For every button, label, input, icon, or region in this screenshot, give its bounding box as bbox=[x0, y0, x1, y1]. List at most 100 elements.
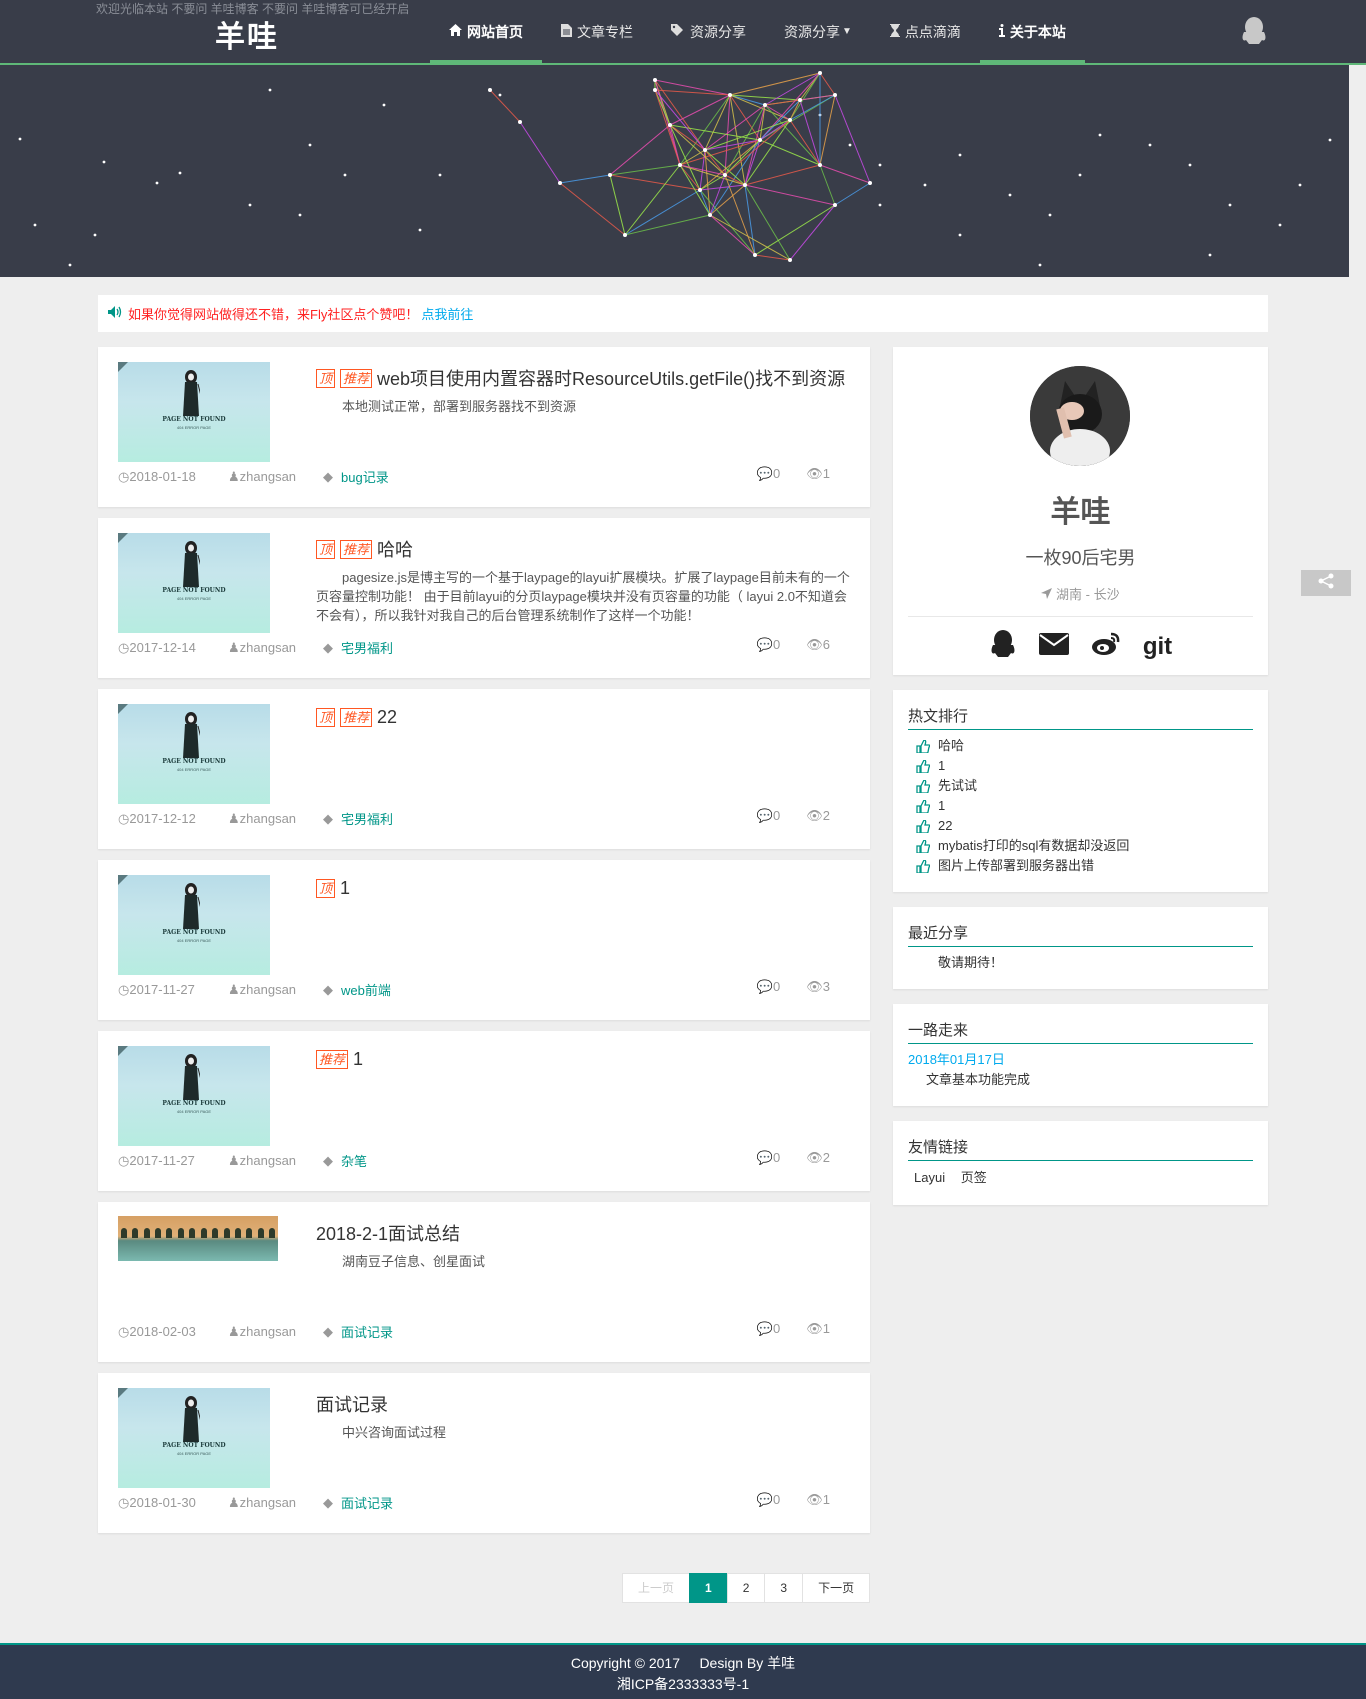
star-dot bbox=[382, 103, 386, 107]
recent-share-card: 最近分享 敬请期待！ bbox=[893, 907, 1268, 989]
nav-resources[interactable]: 资源分享 bbox=[652, 0, 765, 63]
article-category[interactable]: 面试记录 bbox=[341, 1322, 393, 1341]
page-1-button[interactable]: 1 bbox=[689, 1573, 728, 1603]
user-icon: ♟ bbox=[228, 1152, 240, 1168]
article-title[interactable]: 顶推荐 web项目使用内置容器时ResourceUtils.getFile()找不… bbox=[316, 365, 845, 391]
info-icon bbox=[998, 23, 1005, 40]
article-title[interactable]: 顶推荐 哈哈 bbox=[316, 536, 413, 562]
network-node bbox=[518, 120, 522, 124]
article-category[interactable]: web前端 bbox=[341, 980, 391, 999]
network-node bbox=[833, 203, 837, 207]
article-title[interactable]: 顶1 bbox=[316, 878, 350, 899]
icp-text: 湘ICP备2333333号-1 bbox=[616, 1676, 750, 1692]
hot-article-item[interactable]: 22 bbox=[908, 816, 1253, 836]
star-dot bbox=[18, 137, 22, 141]
nav-articles-label: 文章专栏 bbox=[577, 23, 633, 40]
qq-icon[interactable] bbox=[989, 629, 1017, 664]
network-line bbox=[669, 124, 701, 191]
network-line bbox=[764, 104, 791, 121]
friend-link-yeqian[interactable]: 页签 bbox=[961, 1170, 987, 1185]
envelope-icon[interactable] bbox=[1038, 633, 1069, 660]
article-category[interactable]: 面试记录 bbox=[341, 1493, 393, 1512]
article-title[interactable]: 推荐 1 bbox=[316, 1049, 363, 1070]
friend-links: Layui 页签 bbox=[908, 1167, 1253, 1189]
network-node bbox=[788, 118, 792, 122]
nav-resources-dropdown[interactable]: 资源分享 ▼ bbox=[765, 0, 871, 63]
qq-icon[interactable] bbox=[1241, 16, 1267, 51]
network-line bbox=[709, 214, 756, 256]
star-dot bbox=[923, 183, 927, 187]
user-icon: ♟ bbox=[228, 1323, 240, 1339]
article-card[interactable]: PAGE NOT FOUND 404 ERROR PAGE 顶推荐 哈哈 page… bbox=[98, 518, 870, 678]
network-line bbox=[819, 94, 836, 166]
article-card[interactable]: PAGE NOT FOUND 404 ERROR PAGE 顶推荐 22 ◷201… bbox=[98, 689, 870, 849]
article-thumbnail[interactable]: PAGE NOT FOUND 404 ERROR PAGE bbox=[118, 1046, 270, 1146]
page-3-button[interactable]: 3 bbox=[764, 1573, 804, 1603]
article-date: ◷2017-12-14 bbox=[118, 639, 196, 655]
article-thumbnail[interactable]: PAGE NOT FOUND 404 ERROR PAGE bbox=[118, 1388, 270, 1488]
article-category[interactable]: 宅男福利 bbox=[341, 809, 393, 828]
share-float-button[interactable] bbox=[1301, 570, 1351, 596]
hot-article-item[interactable]: 1 bbox=[908, 796, 1253, 816]
eye-icon: 👁 bbox=[806, 1150, 823, 1165]
article-card[interactable]: PAGE NOT FOUND 404 ERROR PAGE 顶1 ◷2017-1… bbox=[98, 860, 870, 1020]
avatar bbox=[1030, 366, 1130, 466]
article-card[interactable]: 2018-2-1面试总结 湖南豆子信息、创星面试 ◷2018-02-03 ♟zh… bbox=[98, 1202, 870, 1362]
nav-moments[interactable]: 点点滴滴 bbox=[871, 0, 980, 63]
article-thumbnail[interactable]: PAGE NOT FOUND 404 ERROR PAGE bbox=[118, 875, 270, 975]
network-node bbox=[763, 103, 767, 107]
social-links: git bbox=[893, 629, 1268, 664]
network-node bbox=[798, 98, 802, 102]
article-date: ◷2018-02-03 bbox=[118, 1323, 196, 1339]
site-logo[interactable]: 羊哇 bbox=[215, 12, 279, 56]
notice-link[interactable]: 点我前往 bbox=[421, 304, 473, 323]
hourglass-icon bbox=[889, 23, 900, 40]
article-thumbnail[interactable]: PAGE NOT FOUND 404 ERROR PAGE bbox=[118, 362, 270, 462]
weibo-icon[interactable] bbox=[1091, 631, 1121, 662]
page-2-button[interactable]: 2 bbox=[726, 1573, 766, 1603]
network-line bbox=[654, 89, 706, 151]
next-page-button[interactable]: 下一页 bbox=[802, 1573, 871, 1603]
article-thumbnail[interactable]: PAGE NOT FOUND 404 ERROR PAGE bbox=[118, 533, 270, 633]
clock-icon: ◷ bbox=[118, 468, 130, 484]
article-card[interactable]: PAGE NOT FOUND 404 ERROR PAGE 顶推荐 web项目使用… bbox=[98, 347, 870, 507]
article-title[interactable]: 面试记录 bbox=[316, 1391, 388, 1417]
hot-article-item[interactable]: 先试试 bbox=[908, 776, 1253, 796]
article-category[interactable]: 宅男福利 bbox=[341, 638, 393, 657]
network-line bbox=[654, 89, 681, 166]
view-count: 👁2 bbox=[806, 1150, 830, 1165]
network-line bbox=[819, 164, 871, 184]
nav-moments-label: 点点滴滴 bbox=[904, 23, 961, 40]
article-category[interactable]: 杂笔 bbox=[341, 1151, 367, 1170]
view-count: 👁1 bbox=[806, 1492, 830, 1507]
view-count: 👁1 bbox=[806, 1321, 830, 1336]
hot-article-item[interactable]: 图片上传部署到服务器出错 bbox=[908, 856, 1253, 876]
article-title[interactable]: 2018-2-1面试总结 bbox=[316, 1220, 460, 1246]
nav-articles[interactable]: 文章专栏 bbox=[542, 0, 652, 63]
tag-icon: ◆ bbox=[323, 468, 333, 484]
article-card[interactable]: PAGE NOT FOUND 404 ERROR PAGE 面试记录 中兴咨询面… bbox=[98, 1373, 870, 1533]
hot-article-item[interactable]: 1 bbox=[908, 756, 1253, 776]
network-line bbox=[819, 164, 836, 206]
timeline-title: 一路走来 bbox=[908, 1019, 1253, 1044]
article-title[interactable]: 顶推荐 22 bbox=[316, 707, 397, 728]
friend-link-layui[interactable]: Layui bbox=[914, 1170, 945, 1185]
hot-article-item[interactable]: 哈哈 bbox=[908, 736, 1253, 756]
git-link[interactable]: git bbox=[1143, 633, 1172, 661]
star-dot bbox=[1038, 263, 1042, 267]
network-line bbox=[519, 121, 561, 184]
hot-articles-title: 热文排行 bbox=[908, 705, 1253, 730]
article-thumbnail[interactable]: PAGE NOT FOUND 404 ERROR PAGE bbox=[118, 704, 270, 804]
nav-home[interactable]: 网站首页 bbox=[430, 0, 542, 65]
network-node bbox=[728, 93, 732, 97]
article-category[interactable]: bug记录 bbox=[341, 467, 389, 486]
clock-icon: ◷ bbox=[118, 1152, 130, 1168]
prev-page-button[interactable]: 上一页 bbox=[622, 1573, 691, 1603]
thumbs-up-icon bbox=[916, 779, 930, 793]
article-author: ♟zhangsan bbox=[228, 639, 297, 655]
article-card[interactable]: PAGE NOT FOUND 404 ERROR PAGE 推荐 1 ◷2017-… bbox=[98, 1031, 870, 1191]
article-thumbnail[interactable] bbox=[118, 1216, 278, 1261]
article-date: ◷2017-11-27 bbox=[118, 1152, 195, 1168]
hot-article-item[interactable]: mybatis打印的sql有数据却没返回 bbox=[908, 836, 1253, 856]
nav-about[interactable]: 关于本站 bbox=[979, 0, 1085, 65]
